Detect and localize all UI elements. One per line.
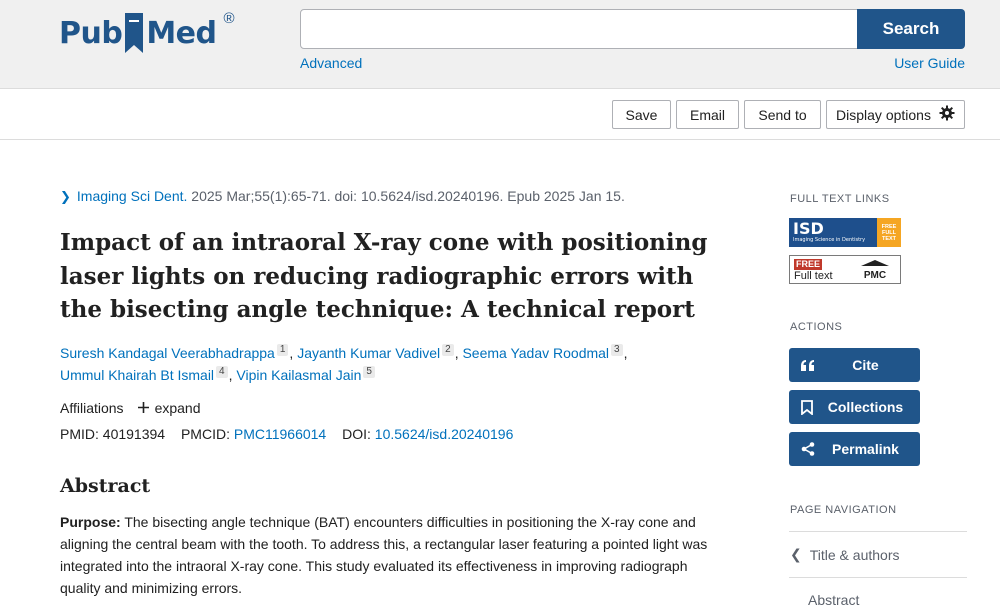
author-link[interactable]: Seema Yadav Roodmal: [462, 345, 609, 361]
article-toolbar: Save Email Send to Display options: [0, 89, 1000, 140]
pubmed-logo[interactable]: Pub Med ®: [59, 6, 235, 60]
nav-title-authors[interactable]: ❮ Title & authors: [790, 546, 899, 563]
site-header: Pub Med ® Search Advanced User Guide: [0, 0, 1000, 89]
pmc-roof-icon: [861, 259, 889, 266]
author-link[interactable]: Vipin Kailasmal Jain: [236, 367, 361, 383]
doi-link[interactable]: 10.5624/isd.20240196: [375, 426, 514, 442]
isd-logo-subtitle: Imaging Science in Dentistry: [793, 237, 866, 243]
chevron-right-icon: ❯: [60, 189, 71, 204]
pmid-label: PMID:: [60, 426, 103, 442]
pmc-free-full-text: FREE Full text: [790, 258, 850, 282]
display-options-button[interactable]: Display options: [826, 100, 965, 129]
pmc-free-badge: FREE: [794, 258, 823, 270]
article-title: Impact of an intraoral X-ray cone with p…: [60, 229, 708, 323]
author-link[interactable]: Ummul Khairah Bt Ismail: [60, 367, 214, 383]
affiliation-ref[interactable]: 3: [611, 344, 623, 356]
affiliation-ref[interactable]: 1: [276, 344, 289, 356]
cite-label: Cite: [852, 357, 879, 373]
permalink-button[interactable]: Permalink: [789, 432, 920, 466]
quote-icon: [801, 359, 819, 371]
doi-label: DOI:: [342, 426, 375, 442]
affiliations-row: Affiliations expand: [60, 400, 201, 416]
search-button[interactable]: Search: [857, 9, 965, 49]
abstract-purpose-label: Purpose:: [60, 514, 121, 530]
abstract-purpose-text: The bisecting angle technique (BAT) enco…: [60, 514, 708, 596]
page-navigation-heading: PAGE NAVIGATION: [790, 504, 897, 516]
affiliation-ref[interactable]: 5: [363, 366, 375, 378]
citation-line: ❯ Imaging Sci Dent. 2025 Mar;55(1):65-71.…: [60, 188, 625, 205]
cite-button[interactable]: Cite: [789, 348, 920, 382]
user-guide-link[interactable]: User Guide: [894, 55, 965, 71]
full-text-links-heading: FULL TEXT LINKS: [790, 193, 890, 205]
expand-affiliations-toggle[interactable]: expand: [137, 400, 201, 416]
author-link[interactable]: Suresh Kandagal Veerabhadrappa: [60, 345, 275, 361]
pmcid-label: PMCID:: [180, 426, 234, 442]
plus-icon: [137, 400, 149, 416]
pmid-value: 40191394: [102, 426, 166, 442]
pmc-full-text-link[interactable]: FREE Full text PMC: [789, 255, 901, 284]
nav-divider: [789, 531, 967, 532]
advanced-search-link[interactable]: Advanced: [300, 55, 362, 71]
permalink-label: Permalink: [832, 441, 899, 457]
nav-title-authors-label: Title & authors: [809, 546, 900, 563]
registered-mark: ®: [223, 10, 235, 27]
article-identifiers: PMID: 40191394 PMCID: PMC11966014 DOI: 1…: [60, 426, 513, 442]
logo-text-med: Med: [146, 15, 217, 51]
logo-text-pub: Pub: [59, 15, 123, 51]
isd-free-badge: FREE FULL TEXT: [877, 218, 901, 247]
pmc-full-text-label: Full text: [794, 269, 833, 282]
chevron-left-icon: ❮: [790, 546, 802, 562]
isd-logo-text: ISD: [793, 219, 824, 238]
journal-link[interactable]: Imaging Sci Dent.: [77, 188, 188, 204]
share-icon: [801, 442, 819, 456]
pmcid-link[interactable]: PMC11966014: [234, 426, 326, 442]
save-button[interactable]: Save: [612, 100, 671, 129]
nav-abstract[interactable]: Abstract: [808, 592, 859, 608]
collections-label: Collections: [827, 399, 904, 415]
send-to-button[interactable]: Send to: [744, 100, 821, 129]
citation-details: 2025 Mar;55(1):65-71. doi: 10.5624/isd.2…: [187, 188, 625, 204]
pmc-logo-text: PMC: [863, 269, 887, 281]
affiliation-ref[interactable]: 4: [216, 366, 228, 378]
isd-logo: ISD Imaging Science in Dentistry: [789, 221, 877, 244]
abstract-purpose: Purpose: The bisecting angle technique (…: [60, 511, 720, 599]
author-list: Suresh Kandagal Veerabhadrappa 1, Jayanth…: [60, 344, 628, 383]
display-options-label: Display options: [836, 106, 931, 123]
isd-full-text-link[interactable]: ISD Imaging Science in Dentistry FREE FU…: [789, 218, 901, 247]
pmc-logo: PMC: [850, 259, 900, 281]
actions-heading: ACTIONS: [790, 321, 843, 333]
search-input[interactable]: [300, 9, 858, 49]
abstract-heading: Abstract: [60, 475, 151, 497]
bookmark-icon: [123, 11, 145, 55]
nav-divider: [789, 577, 967, 578]
email-button[interactable]: Email: [676, 100, 739, 129]
collections-button[interactable]: Collections: [789, 390, 920, 424]
bookmark-outline-icon: [801, 399, 819, 415]
expand-label: expand: [154, 400, 201, 416]
affiliation-ref[interactable]: 2: [442, 344, 454, 356]
nav-abstract-label: Abstract: [808, 592, 860, 608]
author-link[interactable]: Jayanth Kumar Vadivel: [297, 345, 440, 361]
gear-icon: [939, 105, 955, 124]
affiliations-label: Affiliations: [60, 400, 124, 416]
